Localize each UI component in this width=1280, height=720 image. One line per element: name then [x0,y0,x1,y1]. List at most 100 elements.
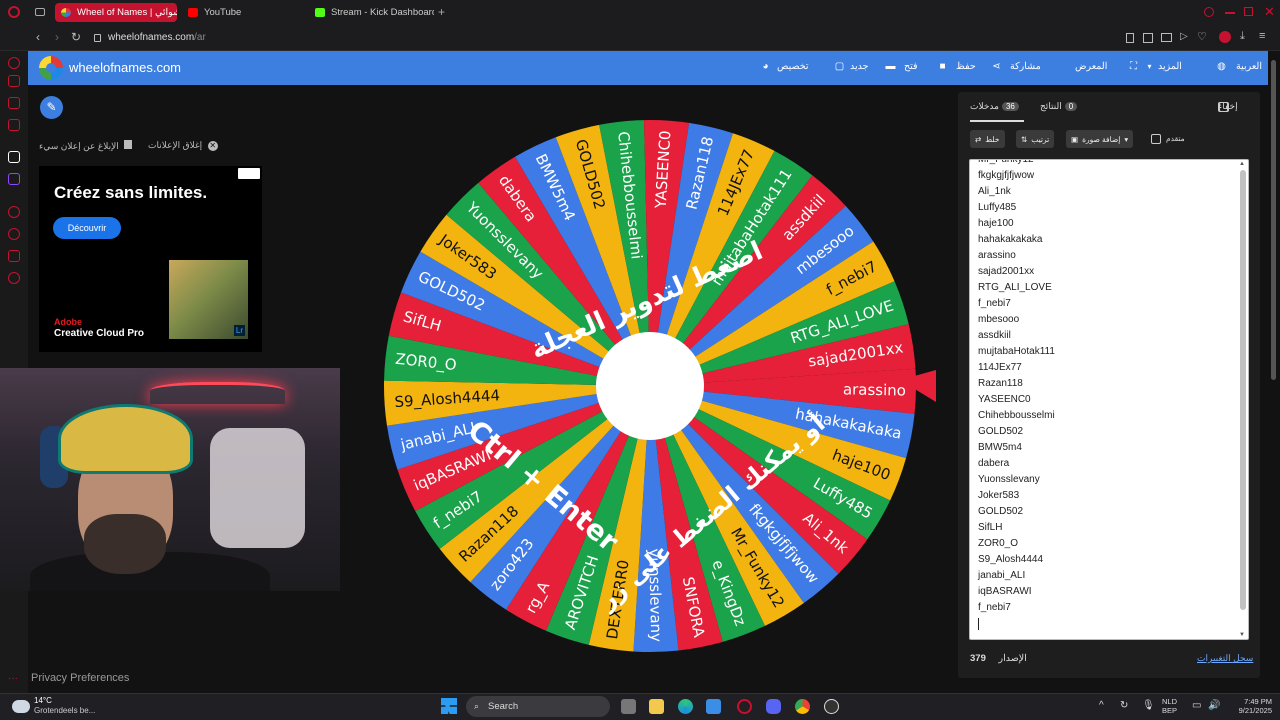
report-ad-link[interactable]: الإبلاغ عن إعلان سيء [39,140,133,152]
language-button[interactable]: العربية [1236,61,1262,72]
tray-mic-icon[interactable]: 🎙 [1142,700,1155,711]
menu-icon[interactable]: ≡ [1259,30,1265,42]
textarea-scrollbar[interactable] [1240,170,1246,610]
spin-wheel[interactable]: arassinohahakakakakahaje100Luffy485Ali_1… [382,118,918,654]
ad-brand-adobe: Adobe [54,317,82,327]
network-icon[interactable]: ▭ [1192,700,1201,711]
palette-icon: ◕ [762,61,769,72]
new-button[interactable]: جديد [850,61,869,72]
opera-taskbar-icon[interactable] [737,699,752,714]
sidebar-ai-icon[interactable] [8,57,20,69]
task-view-icon[interactable] [621,699,636,714]
windows-start-icon[interactable] [441,698,457,714]
close-window-icon[interactable]: ✕ [1264,4,1275,20]
opera-logo-icon[interactable] [8,6,20,18]
bookmark-icon[interactable] [1126,33,1134,43]
clock[interactable]: 7:49 PM 9/21/2025 [1228,697,1272,715]
add-image-button[interactable]: ▣ إضافة صورة ▾ [1066,130,1134,148]
tab-list-icon[interactable] [35,8,45,16]
edge-icon[interactable] [678,699,693,714]
privacy-preferences-link[interactable]: Privacy Preferences [31,672,129,684]
weather-desc[interactable]: Grotendeels be... [34,706,95,715]
tab-youtube[interactable]: YouTube [182,3,302,22]
page-scrollbar[interactable] [1271,60,1276,380]
wheel-center-hub[interactable] [596,332,704,440]
sidebar-more-icon[interactable]: ··· [8,673,18,684]
entry-line: GOLD502 [978,506,1024,517]
youtube-favicon-icon [188,8,198,17]
download-icon[interactable]: ⤓ [1240,30,1245,43]
chrome-icon[interactable] [795,699,810,714]
entry-line: mbesooo [978,314,1020,325]
send-icon[interactable]: ▷ [1180,31,1188,42]
close-ads-label: إغلاق الإعلانات [148,140,203,150]
wheel-segment-label: arassino [843,380,906,399]
file-explorer-icon[interactable] [649,699,664,714]
volume-icon[interactable]: 🔊 [1208,700,1220,711]
sort-button[interactable]: ⇅ ترتيب [1016,130,1055,148]
picture-in-picture-icon[interactable] [1161,33,1172,42]
tray-chevron-icon[interactable]: ^ [1099,700,1104,711]
adobe-ad[interactable]: Créez sans limites. Découvrir Lr Adobe C… [39,166,262,352]
scroll-down-icon[interactable]: ▼ [1239,632,1245,638]
chevron-down-icon: ▾ [1124,134,1129,144]
ad-discover-button[interactable]: Découvrir [53,217,121,239]
url-path: /ar [194,32,206,43]
sidebar-music-icon[interactable] [8,119,20,131]
fullscreen-icon[interactable]: ⛶ [1128,61,1139,72]
maximize-icon[interactable] [1244,7,1253,16]
weather-icon[interactable] [12,700,30,713]
sidebar-player-icon[interactable] [8,206,20,218]
tab-entries[interactable]: مدخلات 36 [970,101,1019,112]
weather-temp[interactable]: 14°C [34,696,52,705]
open-button[interactable]: فتح [904,61,918,72]
close-ads-link[interactable]: إغلاق الإعلانات ✕ [148,140,218,151]
wheel-logo-icon[interactable] [39,56,63,80]
advanced-checkbox[interactable] [1151,134,1161,144]
sidebar-twitch-icon[interactable] [8,173,20,185]
share-button[interactable]: مشاركة [1010,61,1041,72]
sidebar-extensions-icon[interactable] [8,250,20,262]
obs-icon[interactable] [824,699,839,714]
minimize-icon[interactable] [1225,12,1235,14]
tab-results[interactable]: النتائج 0 [1040,101,1078,112]
store-icon[interactable] [706,699,721,714]
sidebar-messenger-icon[interactable] [8,97,20,109]
forward-icon[interactable]: › [55,30,59,44]
browser-tab-bar: Wheel of Names | عجلة عشوائي YouTube Str… [0,0,1280,25]
back-icon[interactable]: ‹ [36,30,40,44]
customize-button[interactable]: تخصيص [777,61,809,72]
entries-textarea[interactable]: Mr_Funky12 fkgkgjfjfjwow Ali_1nk Luffy485 ha… [969,159,1249,640]
scroll-up-icon[interactable]: ▲ [1239,161,1245,167]
sidebar-kick-icon[interactable] [8,151,20,163]
sidebar-workspace-icon[interactable] [8,75,20,87]
hide-checkbox-box[interactable] [1219,102,1229,112]
site-title[interactable]: wheelofnames.com [69,60,181,75]
input-language[interactable]: NLD BEP [1162,697,1177,715]
url-field[interactable]: wheelofnames.com/ar [108,32,206,43]
save-button[interactable]: حفظ [956,61,976,72]
edit-pencil-button[interactable]: ✎ [40,96,63,119]
taskbar-search[interactable]: ⌕ Search [466,696,610,717]
heart-icon[interactable]: ♡ [1197,30,1207,43]
entry-line: dabera [978,458,1010,469]
more-button[interactable]: المزيد [1158,61,1182,72]
tab-kick-dashboard[interactable]: Stream - Kick Dashboard [309,3,434,22]
ad-choices-icon[interactable] [238,168,260,179]
entry-line: janabi_ALI [978,570,1026,581]
shuffle-label: خلط [985,134,1000,144]
gallery-button[interactable]: المعرض [1075,61,1107,72]
discord-icon[interactable] [766,699,781,714]
sidebar-history-icon[interactable] [8,228,20,240]
changelog-link[interactable]: سجل التغييرات [1197,653,1253,664]
sidebar-settings-icon[interactable] [8,272,20,284]
new-tab-button[interactable]: + [438,5,445,19]
shuffle-button[interactable]: ⇄ خلط [970,130,1005,148]
tab-wheel-of-names[interactable]: Wheel of Names | عجلة عشوائي [55,3,177,22]
entry-line: fkgkgjfjfjwow [978,170,1035,181]
tray-sync-icon[interactable]: ↻ [1120,700,1128,711]
screenshot-icon[interactable] [1143,33,1153,43]
reload-icon[interactable]: ↻ [71,30,81,44]
profile-icon[interactable] [1219,31,1231,43]
search-tabs-icon[interactable] [1204,7,1214,17]
